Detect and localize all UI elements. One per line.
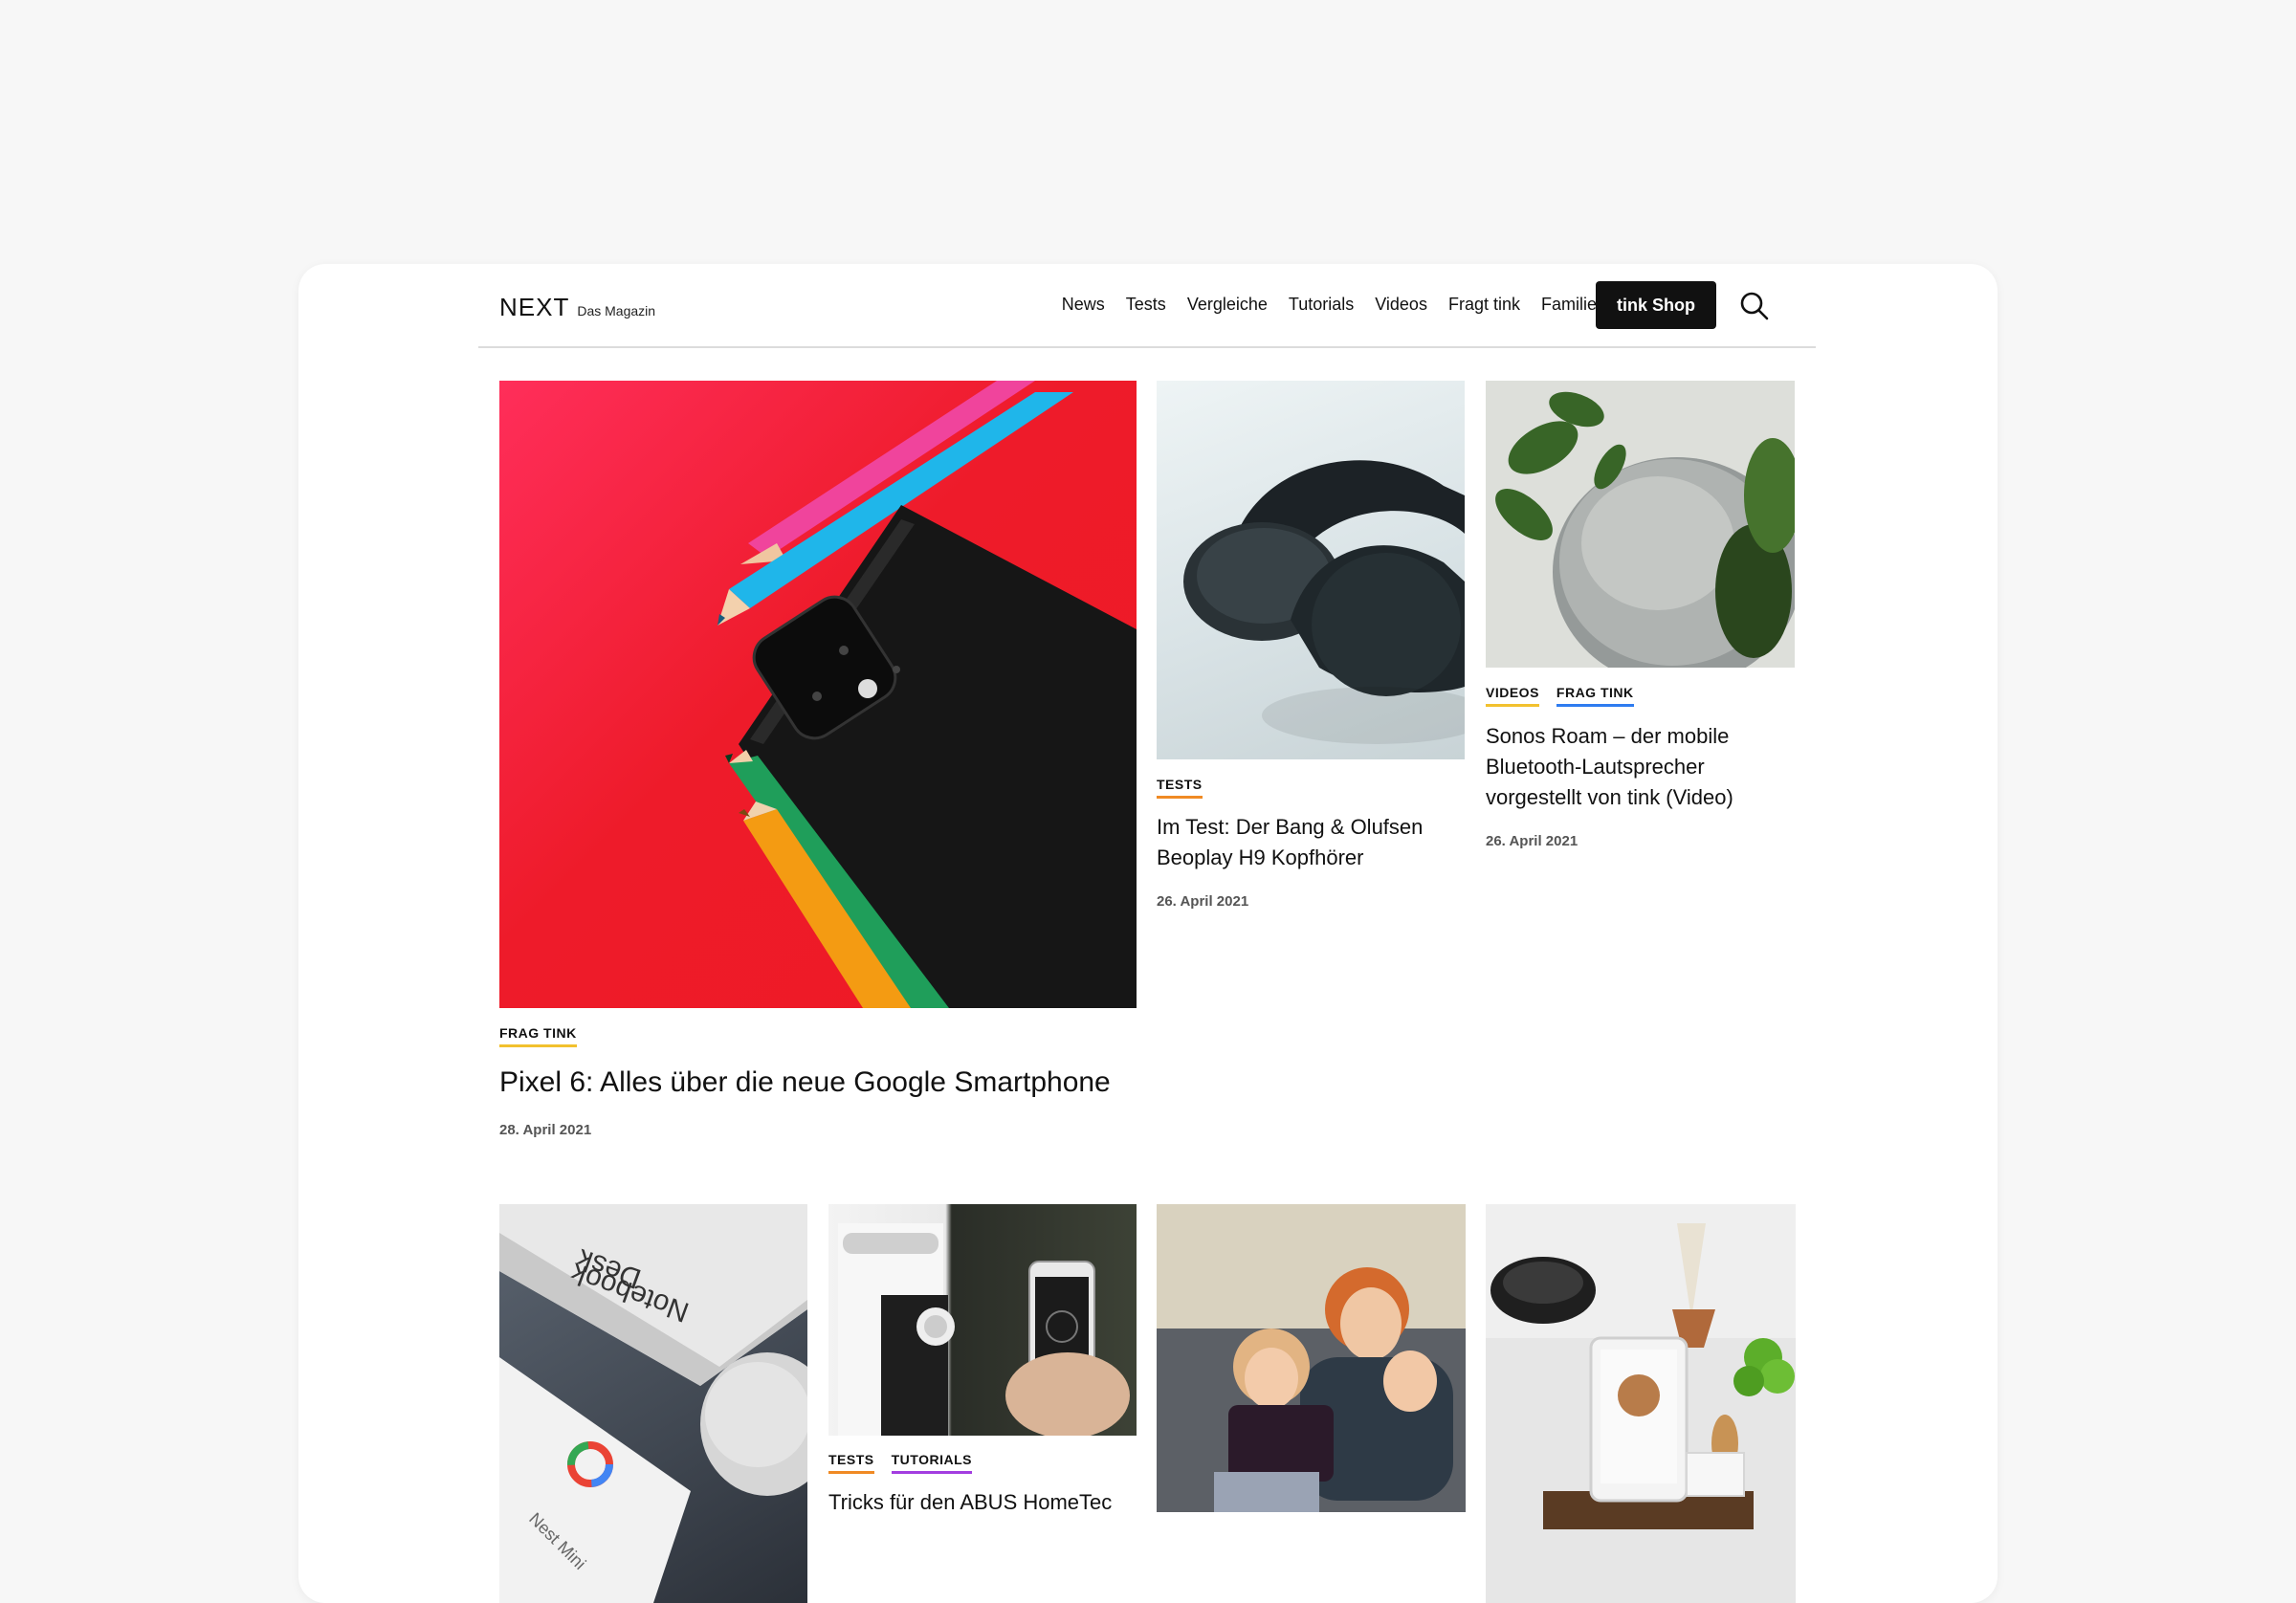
article-title[interactable]: Tricks für den ABUS HomeTec (828, 1487, 1125, 1518)
tag-tests[interactable]: TESTS (828, 1452, 874, 1474)
nav-item-tests[interactable]: Tests (1126, 295, 1166, 315)
browser-card: NEXT Das Magazin News Tests Vergleiche T… (298, 264, 1998, 1603)
article-date: 26. April 2021 (1486, 833, 1578, 849)
site-logo[interactable]: NEXT Das Magazin (499, 293, 655, 322)
article-tags: TESTS (1157, 777, 1203, 799)
site-header: NEXT Das Magazin News Tests Vergleiche T… (478, 264, 1816, 348)
article-date: 26. April 2021 (1157, 893, 1249, 910)
article-date: 28. April 2021 (499, 1122, 592, 1138)
article-image-headphones[interactable] (1157, 381, 1465, 759)
logo-text: NEXT (499, 293, 570, 321)
article-title[interactable]: Sonos Roam – der mobile Bluetooth-Lautsp… (1486, 721, 1782, 813)
tag-tests[interactable]: TESTS (1157, 777, 1203, 799)
article-tags: FRAG TINK (499, 1025, 577, 1047)
tag-videos[interactable]: VIDEOS (1486, 685, 1539, 707)
article-title[interactable]: Im Test: Der Bang & Olufsen Beoplay H9 K… (1157, 812, 1444, 873)
nav-item-fragt-tink[interactable]: Fragt tink (1448, 295, 1520, 315)
tag-frag-tink[interactable]: FRAG TINK (499, 1025, 577, 1047)
article-image-pixel[interactable] (499, 381, 1137, 1008)
nav-item-tutorials[interactable]: Tutorials (1289, 295, 1354, 315)
search-icon[interactable] (1739, 291, 1770, 321)
article-tags: VIDEOS FRAG TINK (1486, 685, 1634, 707)
article-image-smart-lock[interactable] (828, 1204, 1137, 1436)
article-title[interactable]: Pixel 6: Alles über die neue Google Smar… (499, 1064, 1137, 1102)
nav-item-videos[interactable]: Videos (1375, 295, 1427, 315)
tag-frag-tink[interactable]: FRAG TINK (1556, 685, 1634, 707)
shop-button[interactable]: tink Shop (1596, 281, 1716, 329)
article-image-family[interactable] (1157, 1204, 1466, 1512)
article-tags: TESTS TUTORIALS (828, 1452, 972, 1474)
logo-tagline: Das Magazin (577, 303, 656, 318)
article-image-kitchen[interactable] (1486, 1204, 1796, 1603)
article-image-nest-mini[interactable]: Desk Notebook Nest Mini (499, 1204, 807, 1603)
nav-item-vergleiche[interactable]: Vergleiche (1187, 295, 1268, 315)
tag-tutorials[interactable]: TUTORIALS (891, 1452, 972, 1474)
article-image-speaker[interactable] (1486, 381, 1795, 668)
nav-item-news[interactable]: News (1062, 295, 1105, 315)
main-nav: News Tests Vergleiche Tutorials Videos F… (1062, 295, 1624, 315)
